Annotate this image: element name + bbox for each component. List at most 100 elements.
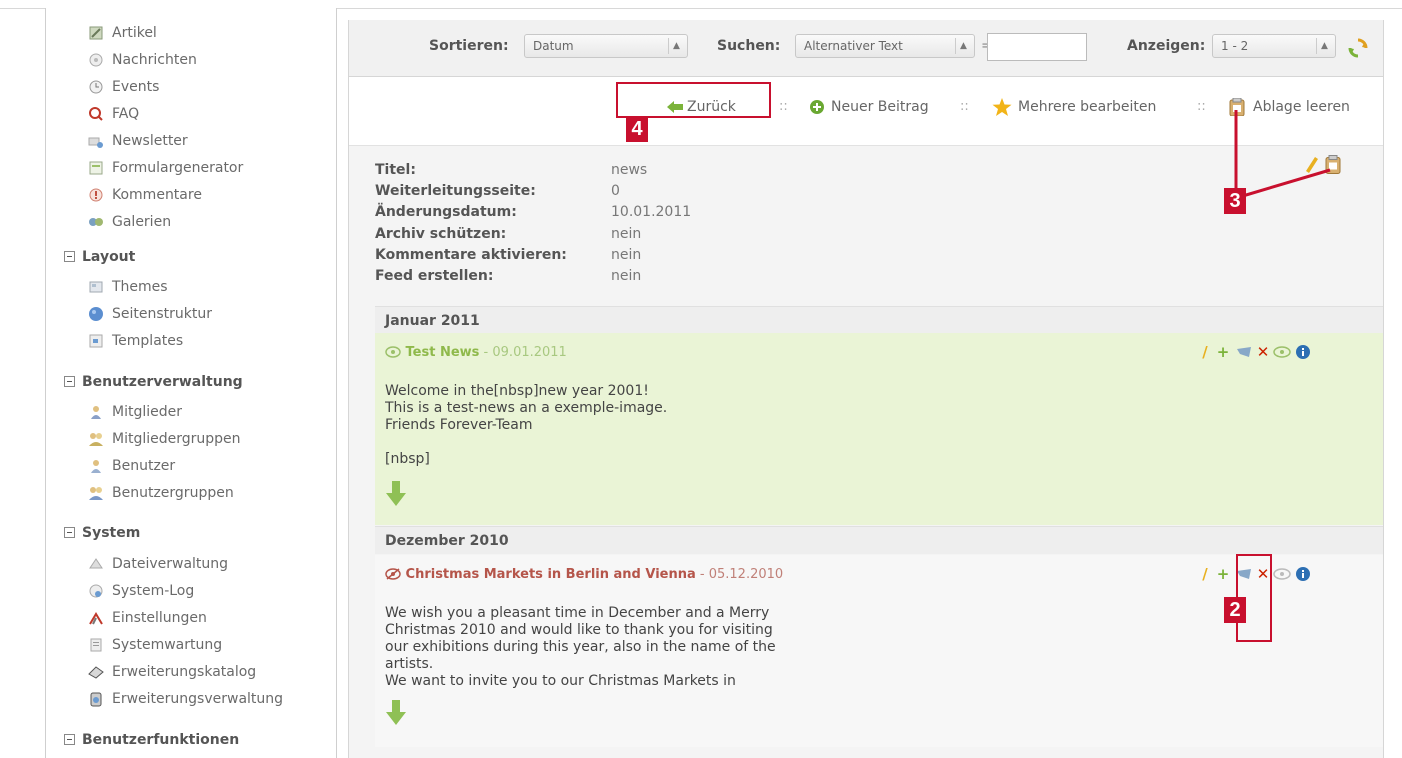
user-icon bbox=[91, 460, 101, 473]
info-key: Änderungsdatum: bbox=[375, 204, 517, 220]
entry-title-text: Christmas Markets in Berlin and Vienna bbox=[405, 567, 696, 582]
select-arrows-icon: ▲ bbox=[955, 38, 971, 54]
collapse-icon[interactable] bbox=[64, 251, 75, 262]
search-field-select[interactable]: Alternativer Text ▲ bbox=[795, 34, 975, 58]
sidebar-item-label: Events bbox=[112, 79, 160, 95]
form-generator-icon bbox=[89, 161, 103, 175]
show-select[interactable]: 1 - 2 ▲ bbox=[1212, 34, 1336, 58]
info-icon[interactable] bbox=[1295, 566, 1311, 582]
sidebar-item-label: Themes bbox=[112, 279, 168, 295]
sidebar-item-label: Benutzergruppen bbox=[112, 485, 234, 501]
news-entry: Test News - 09.01.2011 / + ✕ Welcome in … bbox=[375, 333, 1383, 525]
system-log-icon bbox=[89, 584, 103, 598]
callout-frame-4 bbox=[616, 82, 771, 118]
collapse-icon[interactable] bbox=[64, 734, 75, 745]
arrow-down-icon[interactable] bbox=[385, 481, 407, 507]
callout-badge-4: 4 bbox=[626, 116, 648, 142]
sidebar-item-label: Erweiterungsverwaltung bbox=[112, 691, 284, 707]
sidebar-item-label: Formulargenerator bbox=[112, 160, 244, 176]
news-icon bbox=[89, 53, 103, 67]
sidebar-item-label: System-Log bbox=[112, 583, 195, 599]
section-title: Benutzerfunktionen bbox=[82, 732, 240, 748]
eye-icon[interactable] bbox=[1273, 346, 1291, 358]
sidebar-item-label: Nachrichten bbox=[112, 52, 197, 68]
info-value: news bbox=[611, 162, 648, 178]
select-arrows-icon: ▲ bbox=[668, 38, 684, 54]
eye-icon bbox=[385, 346, 401, 358]
search-input[interactable] bbox=[987, 33, 1087, 61]
info-value: 10.01.2011 bbox=[611, 204, 692, 220]
info-key: Feed erstellen: bbox=[375, 268, 494, 284]
section-title: System bbox=[82, 525, 141, 541]
info-key: Archiv schützen: bbox=[375, 226, 507, 242]
collapse-icon[interactable] bbox=[64, 376, 75, 387]
extension-manager-icon bbox=[90, 692, 102, 707]
show-label: Anzeigen: bbox=[1127, 38, 1206, 54]
entry-body: Welcome in the[nbsp]new year 2001! This … bbox=[385, 383, 668, 467]
entry-title[interactable]: Test News - 09.01.2011 bbox=[385, 345, 567, 360]
maintenance-icon bbox=[90, 638, 102, 652]
arrow-down-icon[interactable] bbox=[385, 700, 407, 726]
site-structure-icon bbox=[89, 307, 103, 321]
filter-toolbar: Sortieren: Datum ▲ Suchen: Alternativer … bbox=[349, 20, 1383, 77]
info-key: Titel: bbox=[375, 162, 416, 178]
eye-icon[interactable] bbox=[1273, 568, 1291, 580]
new-post-label: Neuer Beitrag bbox=[831, 99, 929, 115]
entry-date: 05.12.2010 bbox=[708, 567, 784, 582]
entry-body: We wish you a pleasant time in December … bbox=[385, 605, 776, 689]
month-header: Dezember 2010 bbox=[375, 526, 1383, 554]
collapse-icon[interactable] bbox=[64, 527, 75, 538]
extension-catalog-icon bbox=[88, 666, 104, 679]
article-icon bbox=[89, 26, 103, 40]
sort-select[interactable]: Datum ▲ bbox=[524, 34, 688, 58]
user-groups-icon bbox=[89, 487, 103, 500]
move-icon[interactable] bbox=[1235, 345, 1253, 359]
edit-pencil-icon[interactable]: / bbox=[1197, 565, 1213, 583]
entry-date: 09.01.2011 bbox=[492, 345, 567, 360]
news-entry: Christmas Markets in Berlin and Vienna -… bbox=[375, 555, 1383, 747]
sidebar-item-label: FAQ bbox=[112, 106, 140, 122]
sidebar-item-label: Kommentare bbox=[112, 187, 202, 203]
info-value: nein bbox=[611, 247, 642, 263]
sidebar-item-label: Erweiterungskatalog bbox=[112, 664, 257, 680]
add-plus-icon[interactable]: + bbox=[1215, 565, 1231, 583]
sidebar-item-label: Benutzer bbox=[112, 458, 176, 474]
sidebar-item-label: Systemwartung bbox=[112, 637, 223, 653]
sidebar-item-label: Templates bbox=[112, 333, 184, 349]
search-label: Suchen: bbox=[717, 38, 781, 54]
refresh-icon[interactable] bbox=[1347, 37, 1369, 59]
month-header: Januar 2011 bbox=[375, 306, 1383, 334]
separator: :: bbox=[960, 99, 969, 114]
edit-pencil-icon[interactable]: / bbox=[1197, 343, 1213, 361]
edit-multiple-label: Mehrere bearbeiten bbox=[1018, 99, 1157, 115]
star-icon bbox=[992, 98, 1012, 116]
separator: :: bbox=[779, 99, 788, 114]
section-title: Layout bbox=[82, 249, 136, 265]
delete-icon[interactable]: ✕ bbox=[1255, 343, 1271, 361]
member-icon bbox=[91, 406, 101, 419]
entry-title[interactable]: Christmas Markets in Berlin and Vienna -… bbox=[385, 567, 783, 582]
section-title: Benutzerverwaltung bbox=[82, 374, 243, 390]
templates-icon bbox=[89, 334, 103, 348]
sidebar-item-label: Seitenstruktur bbox=[112, 306, 213, 322]
sidebar: Artikel Nachrichten Events FAQ Newslette… bbox=[45, 8, 337, 758]
add-circle-icon bbox=[810, 100, 824, 114]
sidebar-item-label: Artikel bbox=[112, 25, 157, 41]
themes-icon bbox=[89, 281, 103, 293]
sidebar-item-label: Newsletter bbox=[112, 133, 188, 149]
events-icon bbox=[89, 80, 103, 94]
sort-select-value: Datum bbox=[533, 39, 574, 53]
show-select-value: 1 - 2 bbox=[1221, 39, 1249, 53]
faq-icon bbox=[89, 107, 103, 121]
eye-hidden-icon bbox=[385, 568, 401, 580]
callout-badge-3: 3 bbox=[1224, 188, 1246, 214]
file-manager-icon bbox=[89, 558, 103, 569]
info-key: Kommentare aktivieren: bbox=[375, 247, 567, 263]
info-icon[interactable] bbox=[1295, 344, 1311, 360]
info-value: 0 bbox=[611, 183, 620, 199]
search-field-value: Alternativer Text bbox=[804, 39, 903, 53]
add-plus-icon[interactable]: + bbox=[1215, 343, 1231, 361]
info-value: nein bbox=[611, 268, 642, 284]
newsletter-icon bbox=[88, 137, 103, 148]
separator: :: bbox=[1197, 99, 1206, 114]
